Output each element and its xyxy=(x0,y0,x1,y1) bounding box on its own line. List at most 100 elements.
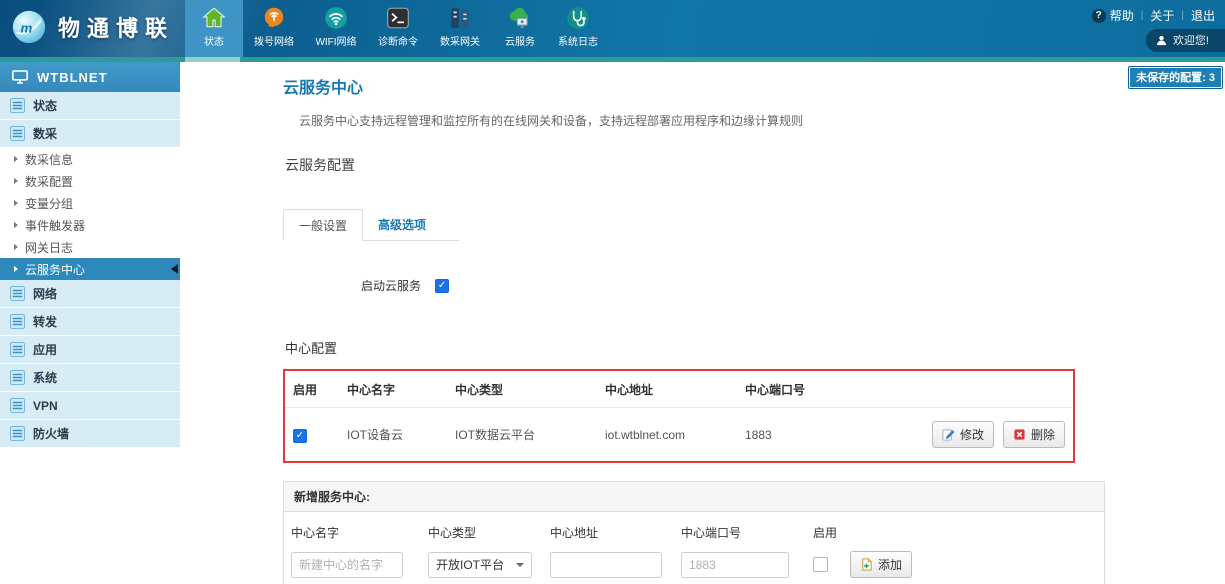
tab-advanced-options[interactable]: 高级选项 xyxy=(363,209,441,240)
nav-item-diagnostic-command[interactable]: 诊断命令 xyxy=(367,0,429,57)
sidebar-item-data-info[interactable]: 数采信息 xyxy=(0,148,180,170)
sidebar-item-cloud-service-center[interactable]: 云服务中心 xyxy=(0,258,180,280)
table-row: IOT设备云 IOT数据云平台 iot.wtblnet.com 1883 修改 xyxy=(285,408,1073,461)
sidebar-item-gateway-log[interactable]: 网关日志 xyxy=(0,236,180,258)
list-icon xyxy=(10,398,25,413)
row-name-cell: IOT设备云 xyxy=(347,426,455,443)
row-actions-cell: 修改 删除 xyxy=(895,421,1073,448)
chevron-down-icon xyxy=(516,563,524,567)
delete-button-label: 删除 xyxy=(1031,426,1055,443)
stethoscope-icon xyxy=(565,5,591,31)
list-icon xyxy=(10,286,25,301)
welcome-text: 欢迎您! xyxy=(1173,32,1209,48)
link-divider: | xyxy=(1181,10,1184,21)
sidebar-item-variable-group[interactable]: 变量分组 xyxy=(0,192,180,214)
caret-right-icon xyxy=(14,156,18,162)
sidebar-item-label: 数采 xyxy=(33,125,57,142)
sidebar-item-application[interactable]: 应用 xyxy=(0,336,180,364)
new-center-enable-checkbox[interactable] xyxy=(813,557,828,572)
nav-label: 系统日志 xyxy=(558,33,598,48)
add-label-type: 中心类型 xyxy=(428,524,550,541)
nav-item-dial-network[interactable]: 拨号网络 xyxy=(243,0,305,57)
enable-cloud-row: 启动云服务 xyxy=(361,277,1105,294)
caret-right-icon xyxy=(14,222,18,228)
logout-link[interactable]: 退出 xyxy=(1191,7,1215,24)
help-link[interactable]: 帮助 xyxy=(1110,7,1134,24)
delete-button[interactable]: 删除 xyxy=(1003,421,1065,448)
cloud-config-section-title: 云服务配置 xyxy=(285,155,1105,175)
list-icon xyxy=(10,342,25,357)
nav-item-wifi-network[interactable]: WIFI网络 xyxy=(305,0,367,57)
edit-button[interactable]: 修改 xyxy=(932,421,994,448)
center-type-select[interactable]: 开放IOT平台 xyxy=(428,552,532,578)
selected-marker-icon xyxy=(171,264,178,274)
sidebar-item-network[interactable]: 网络 xyxy=(0,280,180,308)
terminal-icon xyxy=(385,5,411,31)
sidebar-item-label: 变量分组 xyxy=(25,195,73,212)
svg-text:m: m xyxy=(20,21,32,36)
help-icon: ? xyxy=(1092,9,1106,23)
center-name-input[interactable] xyxy=(291,552,403,578)
nav-label: 数采网关 xyxy=(440,33,480,48)
sidebar-item-label: 状态 xyxy=(33,97,57,114)
user-icon xyxy=(1156,35,1167,46)
row-type-cell: IOT数据云平台 xyxy=(455,426,605,443)
about-link[interactable]: 关于 xyxy=(1150,7,1174,24)
sidebar-item-vpn[interactable]: VPN xyxy=(0,392,180,420)
sidebar-item-label: 防火墙 xyxy=(33,425,69,442)
top-header: m 物通博联 状态 拨号网络 xyxy=(0,0,1225,57)
center-port-input[interactable] xyxy=(681,552,789,578)
col-port: 中心端口号 xyxy=(745,381,895,398)
sidebar-item-forward[interactable]: 转发 xyxy=(0,308,180,336)
sidebar-item-label: 系统 xyxy=(33,369,57,386)
row-enable-checkbox[interactable] xyxy=(293,429,307,443)
add-button-label: 添加 xyxy=(878,556,902,573)
add-label-name: 中心名字 xyxy=(291,524,428,541)
nav-label: 诊断命令 xyxy=(378,33,418,48)
page-title: 云服务中心 xyxy=(283,74,1105,98)
edit-pencil-icon xyxy=(942,428,955,441)
sidebar-item-event-trigger[interactable]: 事件触发器 xyxy=(0,214,180,236)
brand-logo: m 物通博联 xyxy=(10,8,174,46)
tab-general-settings[interactable]: 一般设置 xyxy=(283,209,363,241)
cloud-service-icon xyxy=(507,5,533,31)
list-icon xyxy=(10,126,25,141)
nav-item-cloud-service[interactable]: 云服务 xyxy=(491,0,549,57)
caret-right-icon xyxy=(14,244,18,250)
nav-item-status[interactable]: 状态 xyxy=(185,0,243,57)
enable-cloud-checkbox[interactable] xyxy=(435,279,449,293)
main-content: 云服务中心 云服务中心支持远程管理和监控所有的在线网关和设备，支持远程部署应用程… xyxy=(283,62,1105,584)
nav-label: 云服务 xyxy=(505,33,535,48)
nav-label: WIFI网络 xyxy=(315,33,356,48)
delete-x-icon xyxy=(1013,428,1026,441)
add-label-address: 中心地址 xyxy=(550,524,681,541)
add-label-enable: 启用 xyxy=(813,524,1104,541)
sidebar-item-status[interactable]: 状态 xyxy=(0,92,180,120)
sidebar-item-data-config[interactable]: 数采配置 xyxy=(0,170,180,192)
unsaved-config-badge[interactable]: 未保存的配置: 3 xyxy=(1128,66,1223,89)
wifi-icon xyxy=(323,5,349,31)
list-icon xyxy=(10,314,25,329)
sidebar-item-system[interactable]: 系统 xyxy=(0,364,180,392)
sidebar-device-title: WTBLNET xyxy=(0,62,180,92)
center-address-input[interactable] xyxy=(550,552,662,578)
add-page-icon xyxy=(860,558,873,571)
welcome-badge: 欢迎您! xyxy=(1146,29,1225,52)
nav-item-system-log[interactable]: 系统日志 xyxy=(549,0,607,57)
list-icon xyxy=(10,370,25,385)
nav-label: 状态 xyxy=(204,33,224,48)
row-address-cell: iot.wtblnet.com xyxy=(605,428,745,442)
brand-name: 物通博联 xyxy=(58,11,174,43)
sidebar-device-name: WTBLNET xyxy=(37,70,108,85)
sidebar-item-label: VPN xyxy=(33,399,58,413)
add-center-panel: 新增服务中心: 中心名字 中心类型 中心地址 中心端口号 启用 开放IOT平台 xyxy=(283,481,1105,584)
nav-item-data-gateway[interactable]: 数采网关 xyxy=(429,0,491,57)
sidebar-item-firewall[interactable]: 防火墙 xyxy=(0,420,180,448)
home-icon xyxy=(201,5,227,31)
dial-network-icon xyxy=(261,5,287,31)
globe-logo-icon: m xyxy=(10,8,48,46)
sidebar-item-data-collect[interactable]: 数采 xyxy=(0,120,180,148)
sidebar: WTBLNET 状态 数采 数采信息 数采配置 变量分组 事件触发器 网关日 xyxy=(0,62,180,448)
add-button[interactable]: 添加 xyxy=(850,551,912,578)
sidebar-item-label: 网关日志 xyxy=(25,239,73,256)
